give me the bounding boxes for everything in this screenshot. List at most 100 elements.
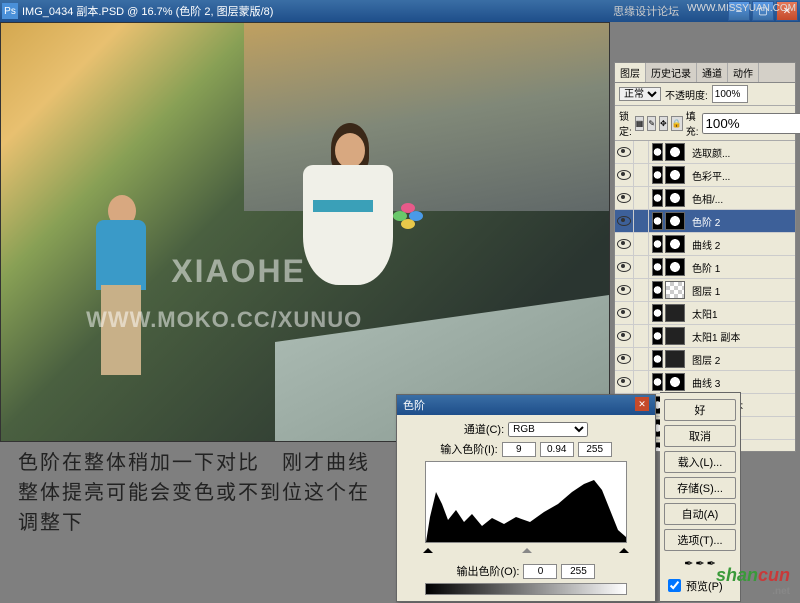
eyedropper-gray-icon[interactable]: ✒	[695, 557, 704, 570]
channel-label: 通道(C):	[464, 421, 504, 437]
adjustment-icon	[652, 189, 663, 207]
options-button[interactable]: 选项(T)...	[664, 529, 736, 551]
adjustment-icon	[652, 143, 663, 161]
channel-select[interactable]: RGB	[508, 422, 588, 437]
visibility-toggle[interactable]	[615, 233, 634, 255]
input-levels-label: 输入色阶(I):	[440, 441, 497, 457]
layer-thumbnail	[665, 350, 685, 368]
adjustment-icon	[652, 304, 663, 322]
layer-row[interactable]: 色彩平...	[615, 164, 795, 187]
layer-row[interactable]: 色阶 2	[615, 210, 795, 233]
eye-icon	[617, 354, 631, 364]
opacity-input[interactable]	[712, 85, 748, 103]
layer-row[interactable]: 色相/...	[615, 187, 795, 210]
tab-actions[interactable]: 动作	[728, 63, 759, 82]
adjustment-icon	[652, 212, 663, 230]
layer-thumbnail	[665, 258, 685, 276]
lock-label: 锁定:	[619, 108, 632, 138]
layer-row[interactable]: 太阳1 副本	[615, 325, 795, 348]
visibility-toggle[interactable]	[615, 210, 634, 232]
site-url: WWW.MISSYUAN.COM	[687, 3, 796, 19]
layer-thumbnail	[665, 373, 685, 391]
forum-name: 思缘设计论坛	[613, 3, 679, 19]
layer-thumbnail	[665, 235, 685, 253]
adjustment-icon	[652, 327, 663, 345]
eye-icon	[617, 285, 631, 295]
site-logo: shancun .net	[716, 565, 790, 597]
layer-name: 色阶 1	[688, 260, 795, 275]
visibility-toggle[interactable]	[615, 187, 634, 209]
auto-button[interactable]: 自动(A)	[664, 503, 736, 525]
layer-thumbnail	[665, 212, 685, 230]
visibility-toggle[interactable]	[615, 164, 634, 186]
layer-name: 曲线 3	[688, 375, 795, 390]
layer-row[interactable]: 色阶 1	[615, 256, 795, 279]
visibility-toggle[interactable]	[615, 141, 634, 163]
fill-input[interactable]	[702, 113, 800, 134]
input-black[interactable]	[502, 442, 536, 457]
layer-name: 图层 1	[688, 283, 795, 298]
tab-layers[interactable]: 图层	[615, 63, 646, 82]
tab-channels[interactable]: 通道	[697, 63, 728, 82]
header-credits: 思缘设计论坛 WWW.MISSYUAN.COM	[613, 3, 796, 19]
layer-name: 太阳1	[688, 306, 795, 321]
output-levels-label: 输出色阶(O):	[457, 563, 520, 579]
adjustment-icon	[652, 281, 663, 299]
output-black[interactable]	[523, 564, 557, 579]
layer-name: 太阳1 副本	[688, 329, 795, 344]
eye-icon	[617, 239, 631, 249]
layer-row[interactable]: 曲线 3	[615, 371, 795, 394]
person-male	[86, 190, 166, 390]
visibility-toggle[interactable]	[615, 302, 634, 324]
visibility-toggle[interactable]	[615, 325, 634, 347]
lock-paint-icon[interactable]: ✎	[647, 116, 656, 131]
visibility-toggle[interactable]	[615, 256, 634, 278]
lock-move-icon[interactable]: ✥	[659, 116, 668, 131]
adjustment-icon	[652, 235, 663, 253]
fill-label: 填充:	[686, 108, 699, 138]
layer-thumbnail	[665, 304, 685, 322]
photo-content: XIAOHE WWW.MOKO.CC/XUNUO	[1, 23, 609, 441]
output-white[interactable]	[561, 564, 595, 579]
lock-transparent-icon[interactable]: ▦	[635, 116, 645, 131]
lock-all-icon[interactable]: 🔒	[671, 116, 683, 131]
layer-row[interactable]: 曲线 2	[615, 233, 795, 256]
eyedropper-black-icon[interactable]: ✒	[684, 557, 693, 570]
visibility-toggle[interactable]	[615, 371, 634, 393]
layer-name: 色阶 2	[688, 214, 795, 229]
layer-row[interactable]: 太阳1	[615, 302, 795, 325]
input-sliders[interactable]	[426, 545, 626, 555]
visibility-toggle[interactable]	[615, 348, 634, 370]
adjustment-icon	[652, 373, 663, 391]
input-white[interactable]	[578, 442, 612, 457]
layer-thumbnail	[665, 281, 685, 299]
adjustment-icon	[652, 166, 663, 184]
ok-button[interactable]: 好	[664, 399, 736, 421]
layer-thumbnail	[665, 143, 685, 161]
layer-thumbnail	[665, 327, 685, 345]
load-button[interactable]: 载入(L)...	[664, 451, 736, 473]
layer-row[interactable]: 图层 1	[615, 279, 795, 302]
eyedropper-white-icon[interactable]: ✒	[707, 557, 716, 570]
cancel-button[interactable]: 取消	[664, 425, 736, 447]
layer-row[interactable]: 图层 2	[615, 348, 795, 371]
eye-icon	[617, 331, 631, 341]
panel-tabs: 图层 历史记录 通道 动作	[615, 63, 795, 83]
app-icon: Ps	[2, 3, 18, 19]
layer-row[interactable]: 选取颜...	[615, 141, 795, 164]
pinwheel-icon	[393, 203, 423, 233]
eye-icon	[617, 147, 631, 157]
dialog-close-button[interactable]: ✕	[635, 397, 649, 411]
tab-history[interactable]: 历史记录	[646, 63, 697, 82]
layer-thumbnail	[665, 166, 685, 184]
layer-name: 图层 2	[688, 352, 795, 367]
input-gamma[interactable]	[540, 442, 574, 457]
eye-icon	[617, 262, 631, 272]
output-gradient[interactable]	[425, 583, 627, 595]
save-button[interactable]: 存储(S)...	[664, 477, 736, 499]
eye-icon	[617, 170, 631, 180]
layer-name: 色相/...	[688, 191, 795, 206]
document-canvas[interactable]: XIAOHE WWW.MOKO.CC/XUNUO	[0, 22, 610, 442]
blend-mode-select[interactable]: 正常	[619, 87, 661, 101]
visibility-toggle[interactable]	[615, 279, 634, 301]
